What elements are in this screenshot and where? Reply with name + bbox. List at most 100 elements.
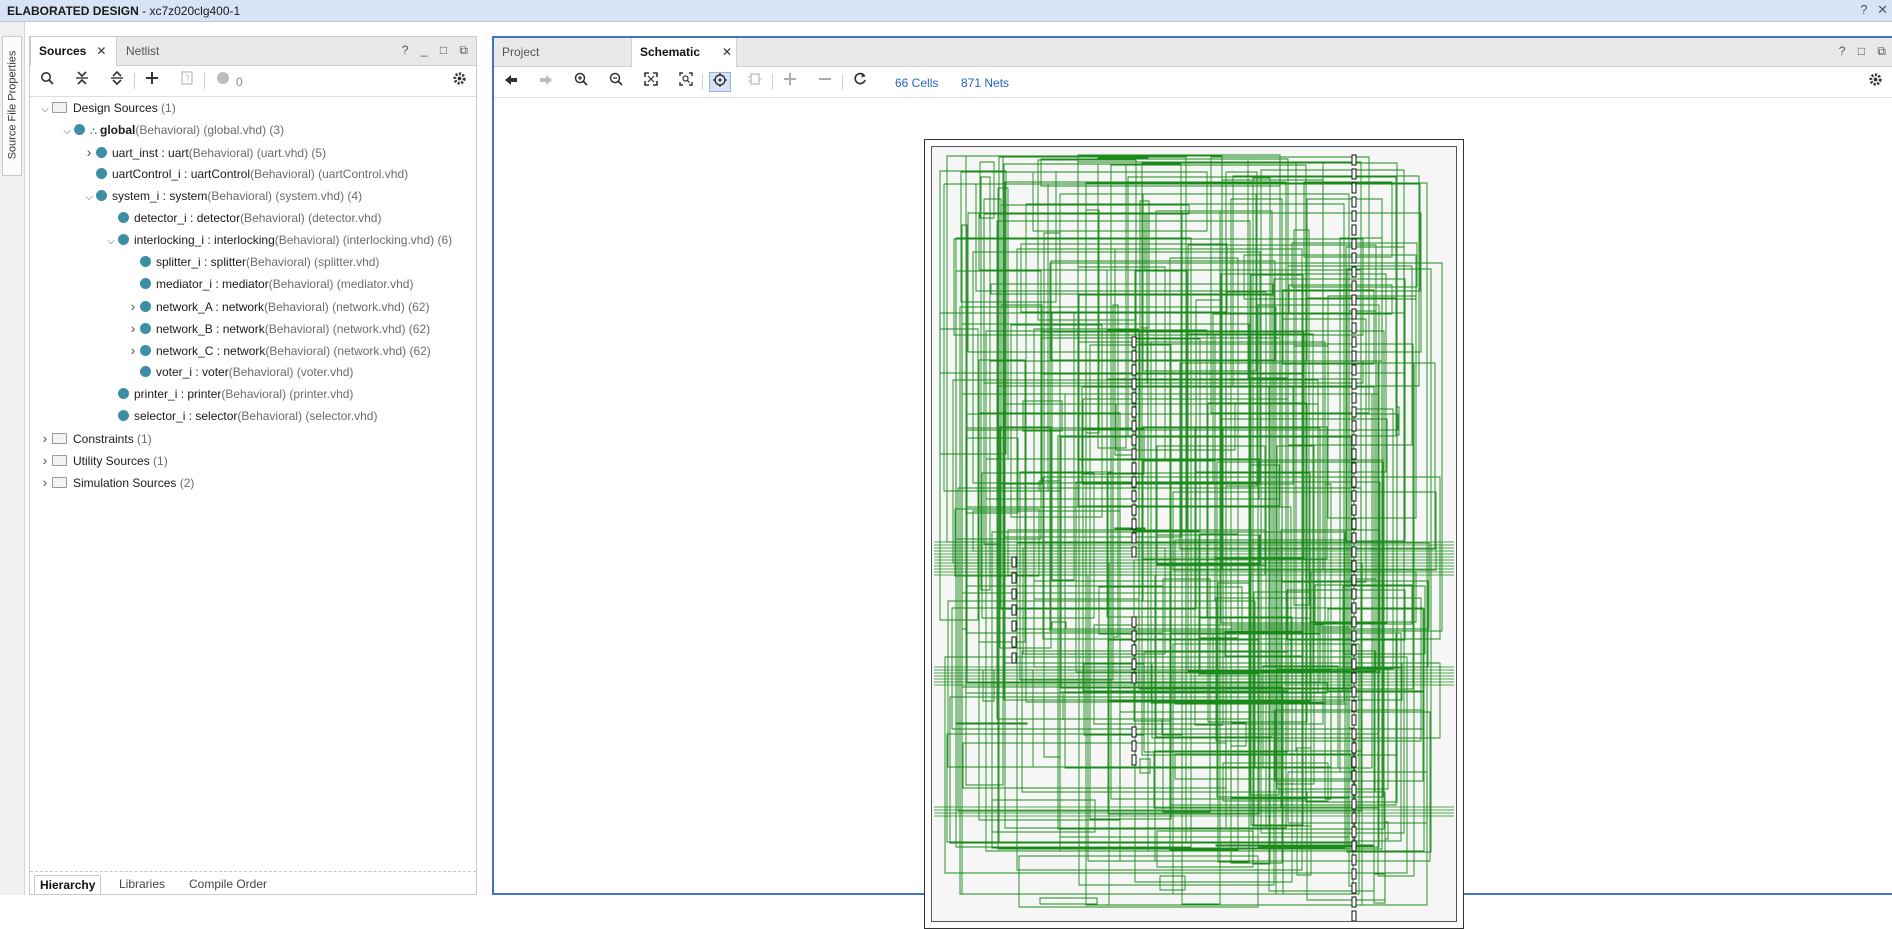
- close-icon[interactable]: ✕: [1877, 2, 1888, 17]
- cell-block[interactable]: [1351, 658, 1357, 670]
- nets-count-link[interactable]: 871 Nets: [961, 76, 1009, 90]
- tree-module-row[interactable]: selector_i : selector(Behavioral) (selec…: [104, 407, 377, 425]
- tree-module-row[interactable]: splitter_i : splitter(Behavioral) (split…: [126, 253, 379, 271]
- float-icon[interactable]: ⧉: [459, 43, 468, 57]
- forward-arrow-icon[interactable]: [535, 72, 557, 92]
- tab-hierarchy[interactable]: Hierarchy: [34, 875, 102, 894]
- cell-block[interactable]: [1351, 630, 1357, 642]
- cell-block[interactable]: [1131, 726, 1137, 738]
- chevron-down-icon[interactable]: ⌵: [60, 123, 74, 141]
- tree-module-row[interactable]: printer_i : printer(Behavioral) (printer…: [104, 385, 353, 403]
- add-source-icon[interactable]: [141, 71, 163, 91]
- tree-module-row[interactable]: ⌵ ⛬ global(Behavioral) (global.vhd) (3): [60, 121, 284, 139]
- cell-block[interactable]: [1351, 322, 1357, 334]
- cell-block[interactable]: [1351, 602, 1357, 614]
- cell-block[interactable]: [1351, 644, 1357, 656]
- cell-block[interactable]: [1351, 882, 1357, 894]
- tree-module-row[interactable]: mediator_i : mediator(Behavioral) (media…: [126, 275, 413, 293]
- cell-block[interactable]: [1351, 266, 1357, 278]
- help-icon[interactable]: ?: [1860, 2, 1867, 17]
- cell-block[interactable]: [1351, 280, 1357, 292]
- tree-module-row[interactable]: › uart_inst : uart(Behavioral) (uart.vhd)…: [82, 143, 326, 161]
- maximize-icon[interactable]: □: [1858, 44, 1865, 58]
- cell-block[interactable]: [1351, 252, 1357, 264]
- cell-block[interactable]: [1351, 336, 1357, 348]
- cell-block[interactable]: [1131, 532, 1137, 544]
- chevron-right-icon[interactable]: ›: [38, 473, 52, 491]
- tree-module-row[interactable]: › network_A : network(Behavioral) (networ…: [126, 297, 430, 315]
- cell-block[interactable]: [1351, 210, 1357, 222]
- cell-block[interactable]: [1351, 574, 1357, 586]
- cell-block[interactable]: [1351, 868, 1357, 880]
- cell-block[interactable]: [1351, 588, 1357, 600]
- cell-block[interactable]: [1351, 560, 1357, 572]
- cell-block[interactable]: [1351, 616, 1357, 628]
- cell-block[interactable]: [1131, 672, 1137, 684]
- cell-block[interactable]: [1351, 770, 1357, 782]
- tree-folder-row[interactable]: › Simulation Sources (2): [38, 473, 195, 491]
- cell-block[interactable]: [1351, 490, 1357, 502]
- cell-block[interactable]: [1351, 420, 1357, 432]
- tree-module-row[interactable]: › network_B : network(Behavioral) (networ…: [126, 319, 430, 337]
- cell-block[interactable]: [1131, 546, 1137, 558]
- chevron-right-icon[interactable]: ›: [126, 341, 140, 359]
- cell-block[interactable]: [1351, 826, 1357, 838]
- cell-block[interactable]: [1351, 224, 1357, 236]
- refresh-icon[interactable]: [849, 72, 871, 92]
- cell-block[interactable]: [1351, 518, 1357, 530]
- cell-block[interactable]: [1011, 636, 1017, 648]
- cell-block[interactable]: [1131, 754, 1137, 766]
- cell-block[interactable]: [1011, 588, 1017, 600]
- close-icon[interactable]: ✕: [722, 45, 732, 59]
- properties-icon[interactable]: ?: [176, 71, 198, 91]
- cell-block[interactable]: [1351, 672, 1357, 684]
- cell-block[interactable]: [1351, 182, 1357, 194]
- schematic-canvas[interactable]: [494, 98, 1892, 929]
- cell-block[interactable]: [1131, 448, 1137, 460]
- cell-block[interactable]: [1351, 714, 1357, 726]
- cell-block[interactable]: [1011, 556, 1017, 568]
- chevron-right-icon[interactable]: ›: [38, 429, 52, 447]
- fit-view-icon[interactable]: [640, 72, 662, 92]
- cell-block[interactable]: [1351, 728, 1357, 740]
- tree-module-row[interactable]: uartControl_i : uartControl(Behavioral) …: [82, 165, 408, 183]
- tree-module-row[interactable]: voter_i : voter(Behavioral) (voter.vhd): [126, 363, 353, 381]
- float-icon[interactable]: ⧉: [1877, 44, 1886, 58]
- tree-folder-row[interactable]: ⌵ Design Sources (1): [38, 99, 176, 117]
- cell-block[interactable]: [1131, 364, 1137, 376]
- cell-block[interactable]: [1351, 896, 1357, 908]
- tree-folder-row[interactable]: › Constraints (1): [38, 429, 152, 447]
- expand-icon[interactable]: [779, 72, 801, 92]
- cell-block[interactable]: [1351, 294, 1357, 306]
- cell-block[interactable]: [1351, 700, 1357, 712]
- cell-block[interactable]: [1351, 350, 1357, 362]
- cell-block[interactable]: [1011, 620, 1017, 632]
- cell-block[interactable]: [1351, 812, 1357, 824]
- chevron-right-icon[interactable]: ›: [82, 143, 96, 161]
- cell-block[interactable]: [1351, 238, 1357, 250]
- cell-block[interactable]: [1131, 350, 1137, 362]
- maximize-icon[interactable]: □: [440, 43, 447, 57]
- cells-count-link[interactable]: 66 Cells: [895, 76, 938, 90]
- chevron-right-icon[interactable]: ›: [126, 297, 140, 315]
- cell-block[interactable]: [1131, 616, 1137, 628]
- tab-sources[interactable]: Sources ✕: [30, 37, 117, 66]
- cell-block[interactable]: [1131, 434, 1137, 446]
- cell-block[interactable]: [1131, 518, 1137, 530]
- cell-block[interactable]: [1351, 546, 1357, 558]
- cell-block[interactable]: [1351, 196, 1357, 208]
- cell-block[interactable]: [1351, 742, 1357, 754]
- cell-block[interactable]: [1131, 490, 1137, 502]
- cell-block[interactable]: [1131, 740, 1137, 752]
- cell-block[interactable]: [1351, 686, 1357, 698]
- chevron-down-icon[interactable]: ⌵: [38, 101, 52, 119]
- zoom-in-icon[interactable]: [570, 72, 592, 92]
- cell-block[interactable]: [1351, 392, 1357, 404]
- tree-module-row[interactable]: › network_C : network(Behavioral) (networ…: [126, 341, 431, 359]
- cell-block[interactable]: [1131, 462, 1137, 474]
- cell-block[interactable]: [1351, 854, 1357, 866]
- select-mode-icon[interactable]: [709, 72, 731, 92]
- tab-libraries[interactable]: Libraries: [114, 875, 170, 893]
- collapse-icon[interactable]: [814, 72, 836, 92]
- cell-block[interactable]: [1351, 476, 1357, 488]
